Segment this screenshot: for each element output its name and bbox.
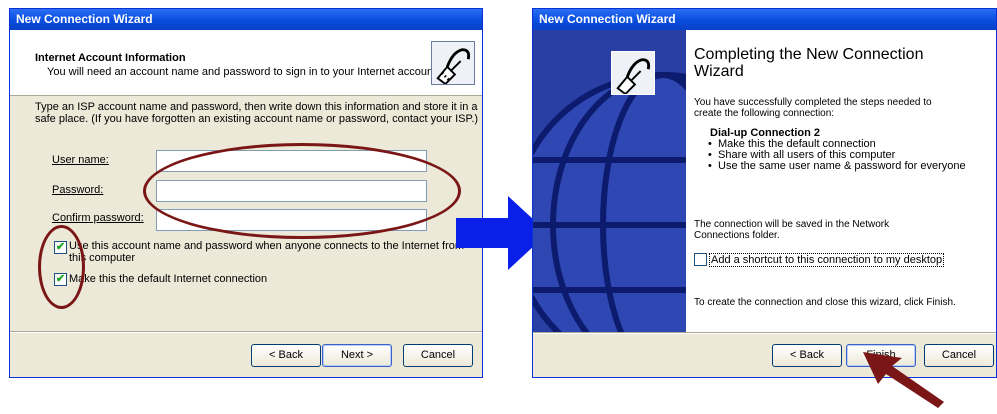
left-footer-separator xyxy=(10,331,482,333)
next-button[interactable]: Next > xyxy=(322,344,392,367)
back-button[interactable]: < Back xyxy=(772,344,842,367)
finish-instruction: To create the connection and close this … xyxy=(694,297,956,308)
header-subtitle: You will need an account name and passwo… xyxy=(47,66,440,78)
globe-icon xyxy=(533,30,686,332)
header-title: Internet Account Information xyxy=(35,52,186,64)
back-button[interactable]: < Back xyxy=(251,344,321,367)
saved-info-line2: Connections folder. xyxy=(694,230,780,241)
password-label: Password: xyxy=(52,184,104,196)
completion-body-line1: You have successfully completed the step… xyxy=(694,97,932,108)
confirm-password-label: Confirm password: xyxy=(52,212,144,224)
cancel-button[interactable]: Cancel xyxy=(403,344,473,367)
annotation-oval-checkboxes xyxy=(38,225,85,309)
completion-panel: Completing the New Connection Wizard You… xyxy=(686,30,996,332)
annotation-oval-fields xyxy=(143,143,461,239)
left-header: Internet Account Information You will ne… xyxy=(10,30,482,96)
right-footer-separator xyxy=(533,332,996,334)
right-wizard-window: New Connection Wizard Completing the New… xyxy=(532,8,997,378)
right-title-bar: New Connection Wizard xyxy=(533,9,996,30)
intro-text-line2: safe place. (If you have forgotten an ex… xyxy=(35,113,479,125)
globe-banner xyxy=(533,30,686,332)
intro-text-line1: Type an ISP account name and password, t… xyxy=(35,101,478,113)
completion-heading-line1: Completing the New Connection xyxy=(694,46,924,63)
username-label: User name: xyxy=(52,154,109,166)
completion-heading-line2: Wizard xyxy=(694,63,744,80)
add-shortcut-label: Add a shortcut to this connection to my … xyxy=(709,253,945,267)
network-cable-icon xyxy=(611,51,655,96)
left-title-bar: New Connection Wizard xyxy=(10,9,482,30)
add-shortcut-checkbox[interactable] xyxy=(694,253,707,266)
network-cable-icon xyxy=(431,41,475,86)
default-connection-label: Make this the default Internet connectio… xyxy=(69,273,268,285)
completion-body-line2: create the following connection: xyxy=(694,108,835,119)
saved-info-line1: The connection will be saved in the Netw… xyxy=(694,219,890,230)
use-account-label-line1: Use this account name and password when … xyxy=(69,240,465,252)
list-item: Use the same user name & password for ev… xyxy=(704,161,966,173)
connection-options-list: Make this the default connection Share w… xyxy=(704,139,966,173)
red-arrow-icon xyxy=(863,352,944,408)
